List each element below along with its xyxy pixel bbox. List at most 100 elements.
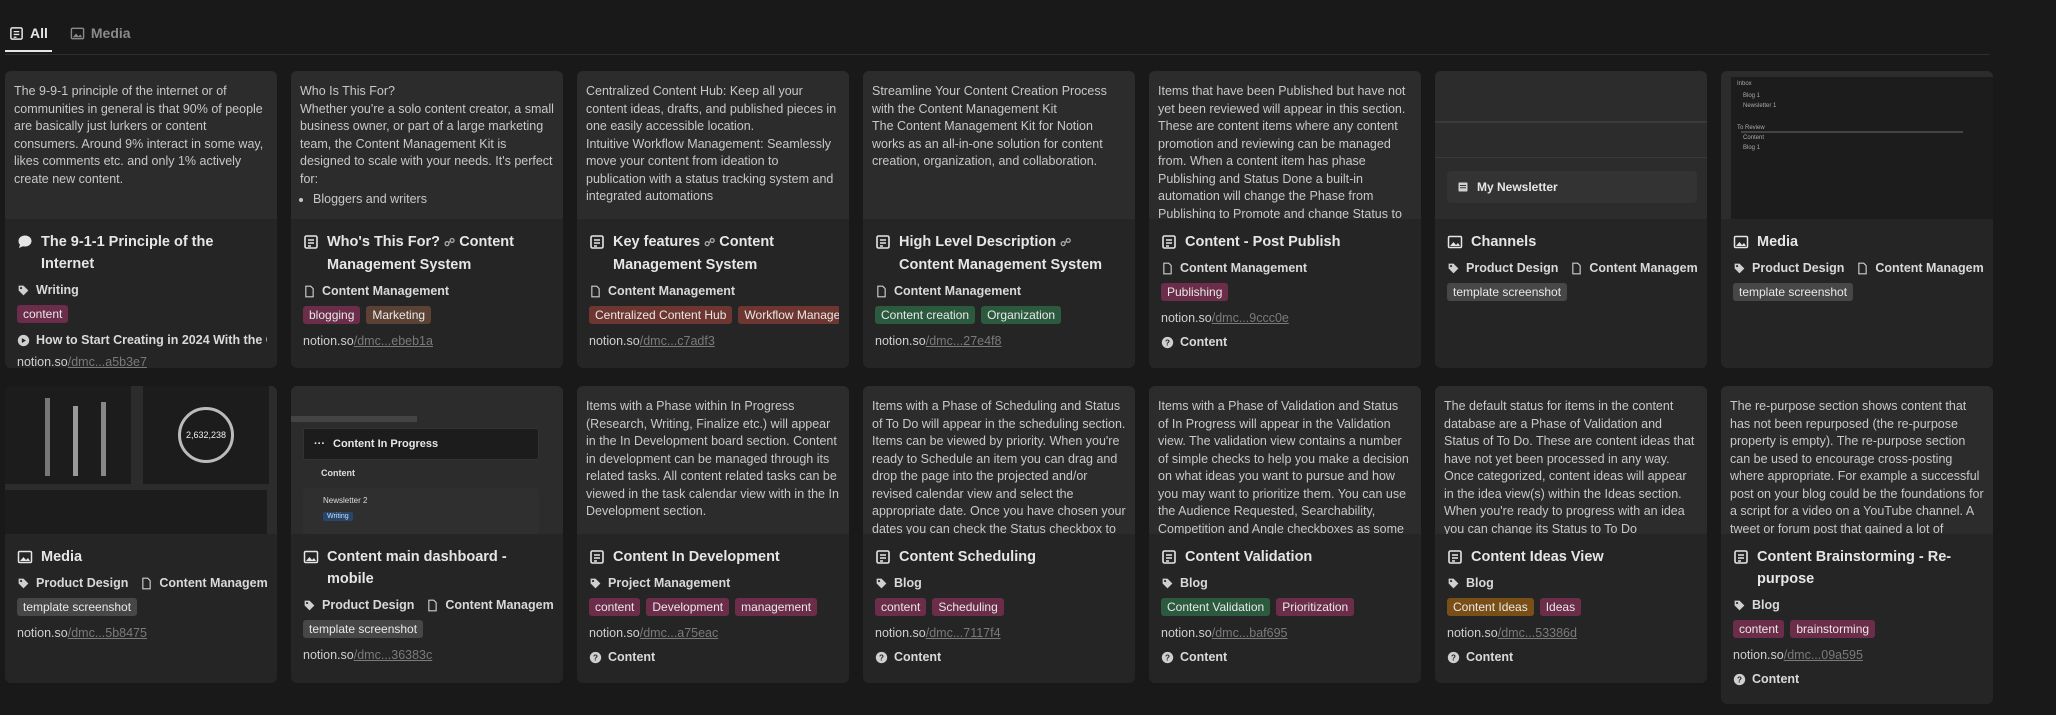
card-tags: content xyxy=(17,305,267,323)
tag-icon xyxy=(590,578,601,588)
board-item: Newsletter 2 Writing xyxy=(303,488,539,534)
title-text: Who's This For? xyxy=(327,234,440,250)
tag-icon xyxy=(1448,578,1459,588)
card-url[interactable]: notion.so/dmc...a75eac xyxy=(589,626,839,640)
play-circle-icon xyxy=(17,334,30,346)
card-url[interactable]: notion.so/dmc...baf695 xyxy=(1161,626,1411,640)
tag: content xyxy=(17,305,69,323)
document-icon xyxy=(305,285,314,297)
screenshot-line xyxy=(1741,131,1963,133)
related-item[interactable]: How to Start Creating in 2024 With the C… xyxy=(17,333,267,347)
card-url[interactable]: notion.so/dmc...a5b3e7 xyxy=(17,355,267,368)
card-url[interactable]: notion.so/dmc...5b8475 xyxy=(17,626,267,640)
card-footer: ? Content xyxy=(1161,650,1411,664)
card-property: Content Management xyxy=(1161,261,1411,275)
card-property: Writing xyxy=(17,283,267,297)
card-preview: ··· Content In Progress Content Newslette… xyxy=(291,386,563,534)
url-path: /dmc...27e4f8 xyxy=(925,334,1002,348)
page-icon xyxy=(876,235,890,249)
screenshot-line xyxy=(1435,157,1707,158)
footer-text: Content xyxy=(1752,672,1800,686)
svg-text:?: ? xyxy=(1165,338,1170,347)
property-value: Content Management xyxy=(608,284,736,298)
title-text: Key features xyxy=(613,234,701,250)
card-preview: Who Is This For? Whether you're a solo c… xyxy=(291,71,563,219)
tag-icon xyxy=(1734,263,1745,273)
preview-text: Who Is This For? Whether you're a solo c… xyxy=(300,84,554,186)
card-url[interactable]: notion.so/dmc...7117f4 xyxy=(875,626,1125,640)
url-path: /dmc...ebeb1a xyxy=(353,334,433,348)
tag: content xyxy=(589,598,641,616)
card-url[interactable]: notion.so/dmc...ebeb1a xyxy=(303,334,553,348)
card-title-text: Content main dashboard - mobile xyxy=(327,546,553,590)
newsletter-block: My Newsletter xyxy=(1447,171,1697,203)
tab-all[interactable]: All xyxy=(5,16,52,52)
card-property: Product Design Content Management xyxy=(1733,261,1983,275)
title-text: Content main dashboard - mobile xyxy=(327,549,507,587)
gallery-card[interactable]: ··· Content In Progress Content Newslette… xyxy=(291,386,563,683)
title-text: Content - Post Publish xyxy=(1185,234,1341,250)
gallery-card[interactable]: Items with a Phase within In Progress (R… xyxy=(577,386,849,683)
table-thumbnail xyxy=(5,490,267,534)
url-path: /dmc...5b8475 xyxy=(67,626,147,640)
gallery-card[interactable]: Who Is This For? Whether you're a solo c… xyxy=(291,71,563,368)
card-preview: The 9-9-1 principle of the internet or o… xyxy=(5,71,277,219)
newsletter-title: My Newsletter xyxy=(1477,180,1558,194)
gallery-card[interactable]: The 9-9-1 principle of the internet or o… xyxy=(5,71,277,368)
gallery-card[interactable]: Inbox Blog 1 Newsletter 1 To Review Cont… xyxy=(1721,71,1993,368)
tag: Workflow Managem xyxy=(738,306,839,324)
tag: template screenshot xyxy=(1733,283,1854,301)
help-circle-icon: ? xyxy=(1161,651,1174,663)
tag: content xyxy=(1733,620,1785,638)
gallery-card[interactable]: Items with a Phase of Validation and Sta… xyxy=(1149,386,1421,683)
gallery-card[interactable]: 2,632,238 Media Product Design Content Man… xyxy=(5,386,277,683)
document-icon xyxy=(877,285,886,297)
url-host: notion.so xyxy=(17,626,68,640)
card-body: Who's This For? ☍ Content Management Sys… xyxy=(291,219,563,348)
gallery-card[interactable]: The default status for items in the cont… xyxy=(1435,386,1707,683)
gallery-card[interactable]: Items that have been Published but have … xyxy=(1149,71,1421,368)
card-url[interactable]: notion.so/dmc...c7adf3 xyxy=(589,334,839,348)
tab-media[interactable]: Media xyxy=(66,16,135,50)
card-body: Media Product Design Content Management tem… xyxy=(1721,219,1993,301)
preview-text: The 9-9-1 principle of the internet or o… xyxy=(14,84,264,186)
gallery-card[interactable]: My Newsletter Channels Product Design Conte… xyxy=(1435,71,1707,368)
card-tags: blogging Marketing xyxy=(303,306,553,324)
card-url[interactable]: notion.so/dmc...9ccc0e xyxy=(1161,311,1411,325)
image-icon xyxy=(70,27,85,39)
page-icon xyxy=(1734,550,1748,564)
url-host: notion.so xyxy=(303,334,354,348)
tag: blogging xyxy=(303,306,361,324)
screenshot-row: Blog 1 xyxy=(1743,93,1761,99)
help-circle-icon: ? xyxy=(1733,673,1746,685)
gallery-card[interactable]: The re-purpose section shows content tha… xyxy=(1721,386,1993,704)
card-title-text: Channels xyxy=(1471,231,1536,253)
page-icon xyxy=(1448,550,1462,564)
card-property: Product Design Content Management xyxy=(1447,261,1697,275)
gallery-card[interactable]: Centralized Content Hub: Keep all your c… xyxy=(577,71,849,368)
url-path: /dmc...9ccc0e xyxy=(1211,311,1289,325)
card-url[interactable]: notion.so/dmc...27e4f8 xyxy=(875,334,1125,348)
preview-list: Bloggers and writers xyxy=(291,192,563,206)
card-url[interactable]: notion.so/dmc...09a595 xyxy=(1733,648,1983,662)
url-host: notion.so xyxy=(17,355,68,368)
card-title: Content - Post Publish xyxy=(1161,231,1411,253)
property-value: Content Management xyxy=(1180,261,1308,275)
url-path: /dmc...53386d xyxy=(1497,626,1577,640)
tag: management xyxy=(735,598,818,616)
card-body: Content main dashboard - mobile Product D… xyxy=(291,534,563,662)
gallery-card[interactable]: Streamline Your Content Creation Process… xyxy=(863,71,1135,368)
card-url[interactable]: notion.so/dmc...53386d xyxy=(1447,626,1697,640)
card-footer: ? Content xyxy=(1161,335,1411,349)
card-url[interactable]: notion.so/dmc...36383c xyxy=(303,648,553,662)
preview-text: Items with a Phase within In Progress (R… xyxy=(586,399,839,518)
card-body: Key features ☍ Content Management System… xyxy=(577,219,849,348)
card-title: Media xyxy=(1733,231,1983,253)
card-tags: template screenshot xyxy=(303,620,553,638)
card-property: Blog xyxy=(1447,576,1697,590)
card-title: Channels xyxy=(1447,231,1697,253)
title-text: Channels xyxy=(1471,234,1537,250)
card-preview: Streamline Your Content Creation Process… xyxy=(863,71,1135,219)
gallery-card[interactable]: Items with a Phase of Scheduling and Sta… xyxy=(863,386,1135,683)
property-value: Project Management xyxy=(608,576,731,590)
